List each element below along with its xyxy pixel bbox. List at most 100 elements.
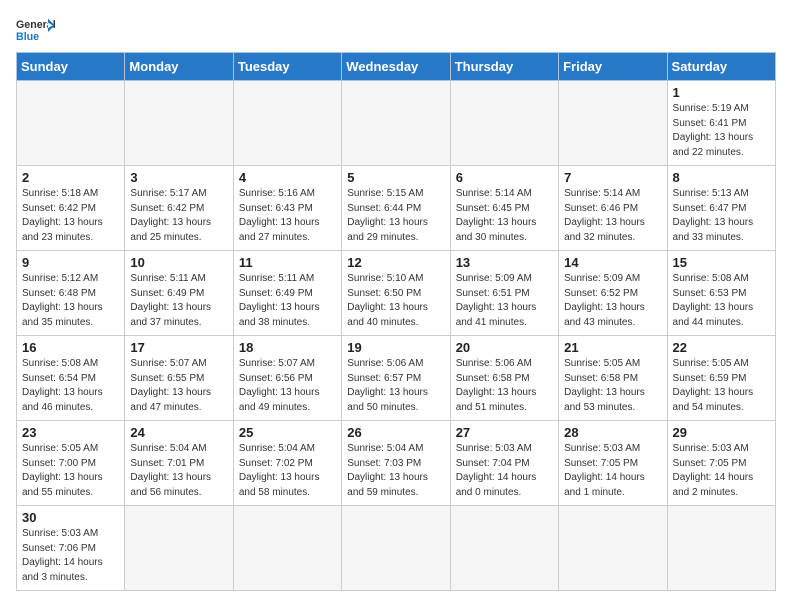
day-number: 6 bbox=[456, 170, 553, 185]
day-info: Sunrise: 5:08 AM Sunset: 6:54 PM Dayligh… bbox=[22, 357, 119, 415]
day-number: 15 bbox=[673, 255, 770, 270]
day-number: 9 bbox=[22, 255, 119, 270]
day-info: Sunrise: 5:06 AM Sunset: 6:58 PM Dayligh… bbox=[456, 357, 553, 415]
calendar-cell: 16 Sunrise: 5:08 AM Sunset: 6:54 PM Dayli… bbox=[17, 336, 125, 421]
day-info: Sunrise: 5:15 AM Sunset: 6:44 PM Dayligh… bbox=[347, 187, 444, 245]
day-info: Sunrise: 5:11 AM Sunset: 6:49 PM Dayligh… bbox=[239, 272, 336, 330]
calendar-cell: 20 Sunrise: 5:06 AM Sunset: 6:58 PM Dayli… bbox=[450, 336, 558, 421]
calendar-cell: 14 Sunrise: 5:09 AM Sunset: 6:52 PM Dayli… bbox=[559, 251, 667, 336]
day-number: 16 bbox=[22, 340, 119, 355]
day-info: Sunrise: 5:13 AM Sunset: 6:47 PM Dayligh… bbox=[673, 187, 770, 245]
calendar-cell: 15 Sunrise: 5:08 AM Sunset: 6:53 PM Dayli… bbox=[667, 251, 775, 336]
day-number: 11 bbox=[239, 255, 336, 270]
calendar-cell: 12 Sunrise: 5:10 AM Sunset: 6:50 PM Dayli… bbox=[342, 251, 450, 336]
week-row-2: 2 Sunrise: 5:18 AM Sunset: 6:42 PM Daylig… bbox=[17, 166, 776, 251]
calendar-cell: 3 Sunrise: 5:17 AM Sunset: 6:42 PM Daylig… bbox=[125, 166, 233, 251]
calendar-cell bbox=[342, 81, 450, 166]
calendar-cell: 2 Sunrise: 5:18 AM Sunset: 6:42 PM Daylig… bbox=[17, 166, 125, 251]
calendar-cell: 5 Sunrise: 5:15 AM Sunset: 6:44 PM Daylig… bbox=[342, 166, 450, 251]
calendar-cell bbox=[450, 506, 558, 591]
day-info: Sunrise: 5:04 AM Sunset: 7:02 PM Dayligh… bbox=[239, 442, 336, 500]
calendar-cell bbox=[125, 81, 233, 166]
calendar-cell: 9 Sunrise: 5:12 AM Sunset: 6:48 PM Daylig… bbox=[17, 251, 125, 336]
day-number: 7 bbox=[564, 170, 661, 185]
day-info: Sunrise: 5:11 AM Sunset: 6:49 PM Dayligh… bbox=[130, 272, 227, 330]
weekday-header-monday: Monday bbox=[125, 53, 233, 81]
day-number: 25 bbox=[239, 425, 336, 440]
weekday-header-saturday: Saturday bbox=[667, 53, 775, 81]
week-row-1: 1 Sunrise: 5:19 AM Sunset: 6:41 PM Daylig… bbox=[17, 81, 776, 166]
weekday-header-friday: Friday bbox=[559, 53, 667, 81]
calendar-cell: 13Sunrise: 5:09 AM Sunset: 6:51 PM Dayli… bbox=[450, 251, 558, 336]
day-info: Sunrise: 5:17 AM Sunset: 6:42 PM Dayligh… bbox=[130, 187, 227, 245]
calendar-cell: 25 Sunrise: 5:04 AM Sunset: 7:02 PM Dayli… bbox=[233, 421, 341, 506]
calendar-cell: 22Sunrise: 5:05 AM Sunset: 6:59 PM Dayli… bbox=[667, 336, 775, 421]
day-info: Sunrise: 5:07 AM Sunset: 6:56 PM Dayligh… bbox=[239, 357, 336, 415]
day-number: 19 bbox=[347, 340, 444, 355]
day-info: Sunrise: 5:05 AM Sunset: 6:59 PM Dayligh… bbox=[673, 357, 770, 415]
weekday-header-wednesday: Wednesday bbox=[342, 53, 450, 81]
week-row-4: 16 Sunrise: 5:08 AM Sunset: 6:54 PM Dayli… bbox=[17, 336, 776, 421]
logo-area: General Blue bbox=[16, 16, 56, 46]
day-info: Sunrise: 5:04 AM Sunset: 7:01 PM Dayligh… bbox=[130, 442, 227, 500]
day-info: Sunrise: 5:05 AM Sunset: 7:00 PM Dayligh… bbox=[22, 442, 119, 500]
day-number: 12 bbox=[347, 255, 444, 270]
day-number: 21 bbox=[564, 340, 661, 355]
generalblue-logo-icon: General Blue bbox=[16, 16, 56, 44]
day-info: Sunrise: 5:04 AM Sunset: 7:03 PM Dayligh… bbox=[347, 442, 444, 500]
day-number: 2 bbox=[22, 170, 119, 185]
calendar-cell: 17 Sunrise: 5:07 AM Sunset: 6:55 PM Dayli… bbox=[125, 336, 233, 421]
day-number: 17 bbox=[130, 340, 227, 355]
calendar-cell: 11 Sunrise: 5:11 AM Sunset: 6:49 PM Dayli… bbox=[233, 251, 341, 336]
day-number: 23 bbox=[22, 425, 119, 440]
calendar-cell: 29Sunrise: 5:03 AM Sunset: 7:05 PM Dayli… bbox=[667, 421, 775, 506]
day-number: 3 bbox=[130, 170, 227, 185]
day-info: Sunrise: 5:03 AM Sunset: 7:04 PM Dayligh… bbox=[456, 442, 553, 500]
calendar-cell bbox=[17, 81, 125, 166]
calendar-cell bbox=[559, 81, 667, 166]
day-info: Sunrise: 5:16 AM Sunset: 6:43 PM Dayligh… bbox=[239, 187, 336, 245]
day-number: 1 bbox=[673, 85, 770, 100]
calendar-cell: 10 Sunrise: 5:11 AM Sunset: 6:49 PM Dayli… bbox=[125, 251, 233, 336]
calendar-cell bbox=[450, 81, 558, 166]
day-info: Sunrise: 5:03 AM Sunset: 7:05 PM Dayligh… bbox=[564, 442, 661, 500]
svg-text:Blue: Blue bbox=[16, 31, 39, 43]
day-info: Sunrise: 5:07 AM Sunset: 6:55 PM Dayligh… bbox=[130, 357, 227, 415]
calendar-cell: 30Sunrise: 5:03 AM Sunset: 7:06 PM Dayli… bbox=[17, 506, 125, 591]
day-info: Sunrise: 5:08 AM Sunset: 6:53 PM Dayligh… bbox=[673, 272, 770, 330]
weekday-header-sunday: Sunday bbox=[17, 53, 125, 81]
day-info: Sunrise: 5:19 AM Sunset: 6:41 PM Dayligh… bbox=[673, 102, 770, 160]
calendar-cell: 27Sunrise: 5:03 AM Sunset: 7:04 PM Dayli… bbox=[450, 421, 558, 506]
day-number: 24 bbox=[130, 425, 227, 440]
calendar-cell: 7 Sunrise: 5:14 AM Sunset: 6:46 PM Daylig… bbox=[559, 166, 667, 251]
day-number: 30 bbox=[22, 510, 119, 525]
calendar-cell: 4Sunrise: 5:16 AM Sunset: 6:43 PM Daylig… bbox=[233, 166, 341, 251]
calendar-cell: 24 Sunrise: 5:04 AM Sunset: 7:01 PM Dayli… bbox=[125, 421, 233, 506]
day-number: 26 bbox=[347, 425, 444, 440]
day-info: Sunrise: 5:05 AM Sunset: 6:58 PM Dayligh… bbox=[564, 357, 661, 415]
day-number: 10 bbox=[130, 255, 227, 270]
day-info: Sunrise: 5:10 AM Sunset: 6:50 PM Dayligh… bbox=[347, 272, 444, 330]
calendar-cell: 18Sunrise: 5:07 AM Sunset: 6:56 PM Dayli… bbox=[233, 336, 341, 421]
week-row-5: 23 Sunrise: 5:05 AM Sunset: 7:00 PM Dayli… bbox=[17, 421, 776, 506]
day-info: Sunrise: 5:14 AM Sunset: 6:45 PM Dayligh… bbox=[456, 187, 553, 245]
day-number: 5 bbox=[347, 170, 444, 185]
day-info: Sunrise: 5:09 AM Sunset: 6:52 PM Dayligh… bbox=[564, 272, 661, 330]
day-info: Sunrise: 5:14 AM Sunset: 6:46 PM Dayligh… bbox=[564, 187, 661, 245]
calendar-cell: 21 Sunrise: 5:05 AM Sunset: 6:58 PM Dayli… bbox=[559, 336, 667, 421]
calendar-table: SundayMondayTuesdayWednesdayThursdayFrid… bbox=[16, 52, 776, 591]
week-row-3: 9 Sunrise: 5:12 AM Sunset: 6:48 PM Daylig… bbox=[17, 251, 776, 336]
day-number: 14 bbox=[564, 255, 661, 270]
weekday-header-tuesday: Tuesday bbox=[233, 53, 341, 81]
calendar-cell bbox=[342, 506, 450, 591]
calendar-cell: 19Sunrise: 5:06 AM Sunset: 6:57 PM Dayli… bbox=[342, 336, 450, 421]
calendar-cell bbox=[233, 506, 341, 591]
day-info: Sunrise: 5:12 AM Sunset: 6:48 PM Dayligh… bbox=[22, 272, 119, 330]
calendar-cell bbox=[233, 81, 341, 166]
week-row-6: 30Sunrise: 5:03 AM Sunset: 7:06 PM Dayli… bbox=[17, 506, 776, 591]
calendar-cell: 6 Sunrise: 5:14 AM Sunset: 6:45 PM Daylig… bbox=[450, 166, 558, 251]
day-number: 20 bbox=[456, 340, 553, 355]
day-info: Sunrise: 5:18 AM Sunset: 6:42 PM Dayligh… bbox=[22, 187, 119, 245]
weekday-header-thursday: Thursday bbox=[450, 53, 558, 81]
calendar-cell: 26 Sunrise: 5:04 AM Sunset: 7:03 PM Dayli… bbox=[342, 421, 450, 506]
